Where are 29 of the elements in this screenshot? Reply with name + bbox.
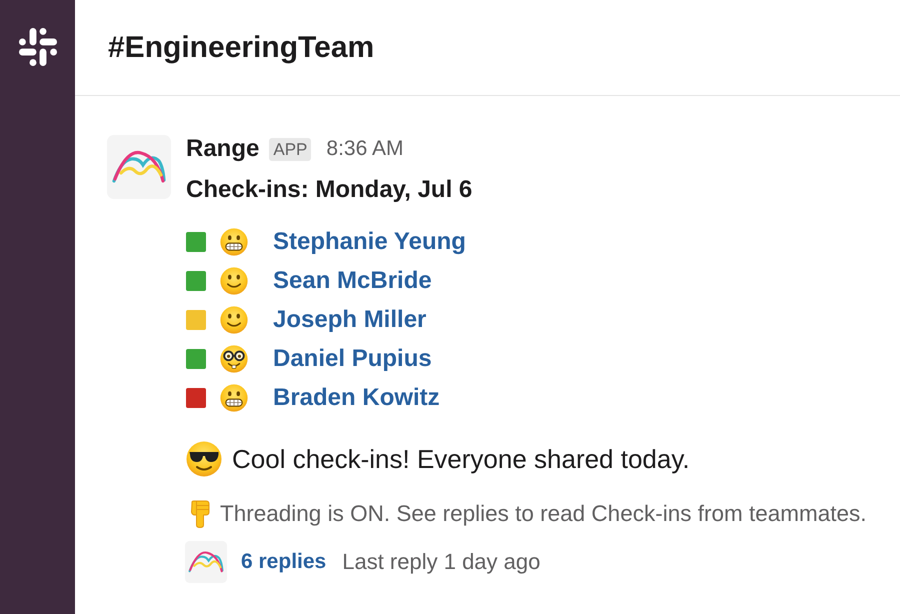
smiling-face-icon (220, 306, 248, 334)
sunglasses-face-icon (186, 441, 222, 477)
channel-title: #EngineeringTeam (108, 30, 374, 66)
status-square-icon (186, 348, 206, 368)
status-square-icon (186, 388, 206, 408)
status-square-icon (186, 270, 206, 290)
status-square-icon (186, 310, 206, 330)
smiling-face-icon (220, 266, 248, 294)
message-heading: Check-ins: Monday, Jul 6 (186, 175, 472, 205)
person-link[interactable]: Joseph Miller (273, 304, 426, 334)
last-reply-time: Last reply 1 day ago (342, 549, 540, 575)
arcs-avatar-icon (185, 541, 227, 583)
grimacing-face-icon (220, 228, 248, 256)
message-text: Cool check-ins! Everyone shared today. (232, 443, 690, 475)
sender-name[interactable]: Range (186, 135, 260, 163)
threading-note: Threading is ON. See replies to read Check-ins from teammates. (220, 500, 867, 528)
message-time: 8:36 AM (326, 136, 404, 162)
hash-logo-icon (18, 28, 56, 66)
app-badge: APP (269, 138, 312, 160)
person-link[interactable]: Sean McBride (273, 266, 432, 296)
person-link[interactable]: Braden Kowitz (273, 382, 440, 412)
person-link[interactable]: Daniel Pupius (273, 344, 432, 374)
person-link[interactable]: Stephanie Yeung (273, 226, 466, 256)
nerd-face-icon (220, 344, 248, 372)
replies-link[interactable]: 6 replies (241, 549, 326, 575)
arcs-avatar-icon (107, 135, 171, 199)
pointing-down-hand-icon (188, 500, 212, 528)
grimacing-face-icon (220, 384, 248, 412)
status-square-icon (186, 232, 206, 252)
